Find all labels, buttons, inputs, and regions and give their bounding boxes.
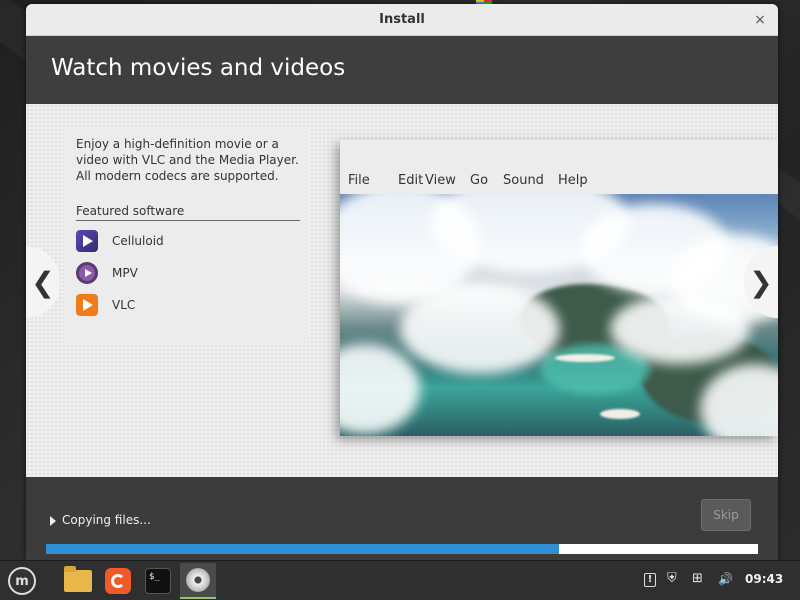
info-panel: Enjoy a high-definition movie or a video… [64,126,310,342]
slide-header: Watch movies and videos [26,36,778,104]
disc-installer-icon [186,568,210,592]
progress-fill [46,544,559,554]
app-item-vlc: VLC [76,293,310,317]
player-screenshot: File Edit View Go Sound Help [340,140,778,436]
clock[interactable]: 09:43 [745,572,783,586]
volume-icon[interactable]: 🔊 [718,572,733,586]
terminal-icon: $_ [145,568,171,594]
menu-help: Help [558,173,588,188]
menu-edit: Edit [398,173,424,188]
vlc-icon [76,294,98,316]
terminal-button[interactable]: $_ [142,565,174,597]
previous-slide-button[interactable]: ❮ [26,246,60,318]
app-label: VLC [112,298,136,312]
update-shield-icon[interactable]: ! [644,573,656,587]
mint-menu-icon: m [8,567,36,595]
featured-software-title: Featured software [76,204,300,221]
slide-body: Enjoy a high-definition movie or a video… [26,104,778,477]
window-title: Install [379,12,425,27]
menu-file: File [348,173,370,188]
skip-button[interactable]: Skip [701,499,751,531]
files-button[interactable] [62,565,94,597]
firefox-icon [105,568,131,594]
installer-task-button[interactable] [180,563,216,599]
taskbar: m $_ ! ⛨ ⊞ 🔊 09:43 [0,560,800,600]
app-label: MPV [112,266,138,280]
close-icon[interactable]: × [752,12,768,28]
slide-heading: Watch movies and videos [51,55,346,81]
files-icon [64,566,92,592]
app-item-mpv: MPV [76,261,310,285]
progress-status[interactable]: Copying files... [50,513,151,527]
menu-view: View [425,173,456,188]
mpv-icon [76,262,98,284]
network-icon[interactable]: ⊞ [692,571,703,586]
installer-window: Install × Watch movies and videos Enjoy … [26,4,778,560]
install-footer: Copying files... Skip [26,477,778,560]
security-shield-icon[interactable]: ⛨ [667,571,677,586]
app-item-celluloid: Celluloid [76,229,310,253]
firefox-button[interactable] [102,565,134,597]
titlebar: Install × [26,4,778,36]
app-label: Celluloid [112,234,164,248]
menu-sound: Sound [503,173,544,188]
progress-bar [46,544,758,554]
mint-menu-button[interactable]: m [6,565,38,597]
video-frame [340,194,778,436]
player-menubar: File Edit View Go Sound Help [340,140,778,194]
menu-go: Go [470,173,489,188]
slide-description: Enjoy a high-definition movie or a video… [76,137,299,183]
celluloid-icon [76,230,98,252]
expand-triangle-icon [50,515,56,526]
status-text: Copying files... [62,513,151,527]
